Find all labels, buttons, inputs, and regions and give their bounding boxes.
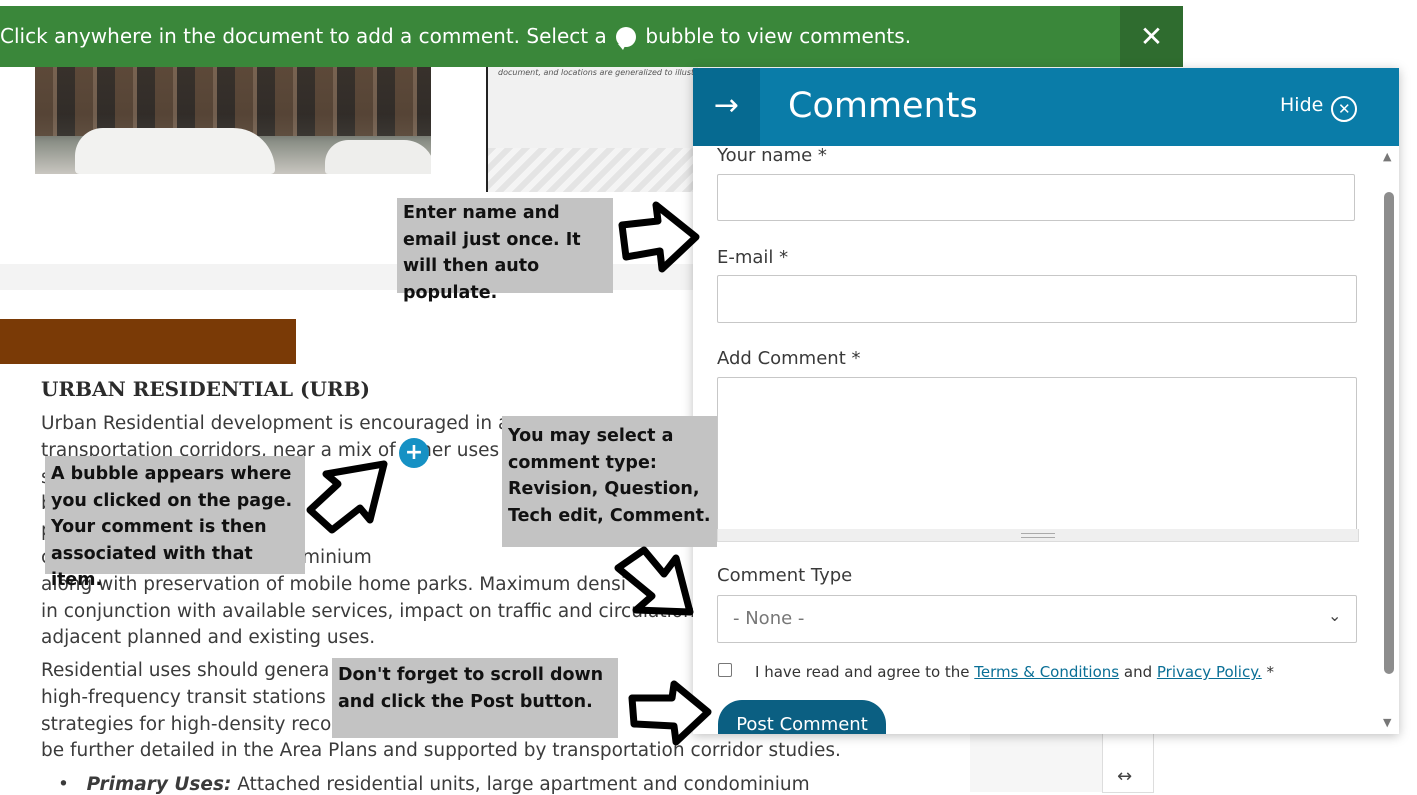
chevron-down-icon: ⌄: [1328, 606, 1342, 625]
comment-type-value: - None -: [733, 608, 805, 629]
comment-label: Add Comment *: [717, 348, 861, 369]
comment-type-select[interactable]: [717, 595, 1357, 643]
privacy-link[interactable]: Privacy Policy.: [1157, 663, 1262, 681]
section-heading[interactable]: URBAN RESIDENTIAL (URB): [41, 377, 370, 401]
arrow-right-icon: [628, 680, 712, 746]
banner-close-button[interactable]: ✕: [1120, 6, 1183, 67]
terms-link[interactable]: Terms & Conditions: [974, 663, 1119, 681]
terms-prefix: I have read and agree to the: [755, 663, 975, 681]
textarea-resize-handle[interactable]: [717, 529, 1359, 542]
name-label: Your name *: [717, 145, 827, 166]
text-line: be further detailed in the Area Plans an…: [41, 740, 841, 762]
post-comment-button[interactable]: Post Comment: [718, 700, 886, 734]
hide-button[interactable]: Hide ✕: [1280, 94, 1358, 122]
section-color-bar: [0, 319, 296, 364]
scroll-up-icon[interactable]: ▲: [1383, 150, 1391, 163]
callout-name-email: Enter name and email just once. It will …: [397, 198, 613, 303]
comment-bubble-icon: [616, 27, 637, 50]
terms-mid: and: [1119, 663, 1157, 681]
comment-textarea[interactable]: [717, 377, 1357, 531]
name-input[interactable]: [717, 174, 1355, 221]
resize-horizontal-icon[interactable]: ↔: [1117, 766, 1132, 787]
banner-text: Click anywhere in the document to add a …: [0, 24, 912, 50]
map-caption: document, and locations are generalized …: [498, 68, 706, 77]
callout-comment-type: You may select a comment type: Revision,…: [502, 416, 717, 547]
arrow-up-right-icon: [306, 460, 388, 534]
callout-bubble: A bubble appears where you clicked on th…: [45, 456, 305, 590]
arrow-right-icon: [618, 201, 700, 273]
collapse-arrow-icon[interactable]: →: [693, 68, 760, 146]
hide-label: Hide: [1280, 94, 1324, 116]
scrollbar-thumb[interactable]: [1384, 192, 1394, 674]
panel-title: Comments: [788, 86, 978, 126]
email-label: E-mail *: [717, 247, 789, 268]
tool-column: ↔: [1102, 730, 1154, 793]
arrow-down-right-icon: [614, 546, 694, 616]
banner-text-start: Click anywhere in the document to add a …: [0, 24, 614, 48]
document-map: document, and locations are generalized …: [486, 60, 705, 192]
document-photo: [35, 66, 431, 174]
scroll-down-icon[interactable]: ▼: [1383, 716, 1391, 729]
terms-suffix: *: [1261, 663, 1275, 681]
add-comment-bubble-icon[interactable]: +: [399, 438, 429, 468]
callout-post: Don't forget to scroll down and click th…: [332, 658, 618, 738]
email-input[interactable]: [717, 275, 1357, 323]
terms-text: I have read and agree to the Terms & Con…: [755, 663, 1274, 681]
comment-type-label: Comment Type: [717, 565, 853, 586]
close-circle-icon: ✕: [1331, 96, 1358, 122]
banner-text-end: bubble to view comments.: [639, 24, 912, 48]
